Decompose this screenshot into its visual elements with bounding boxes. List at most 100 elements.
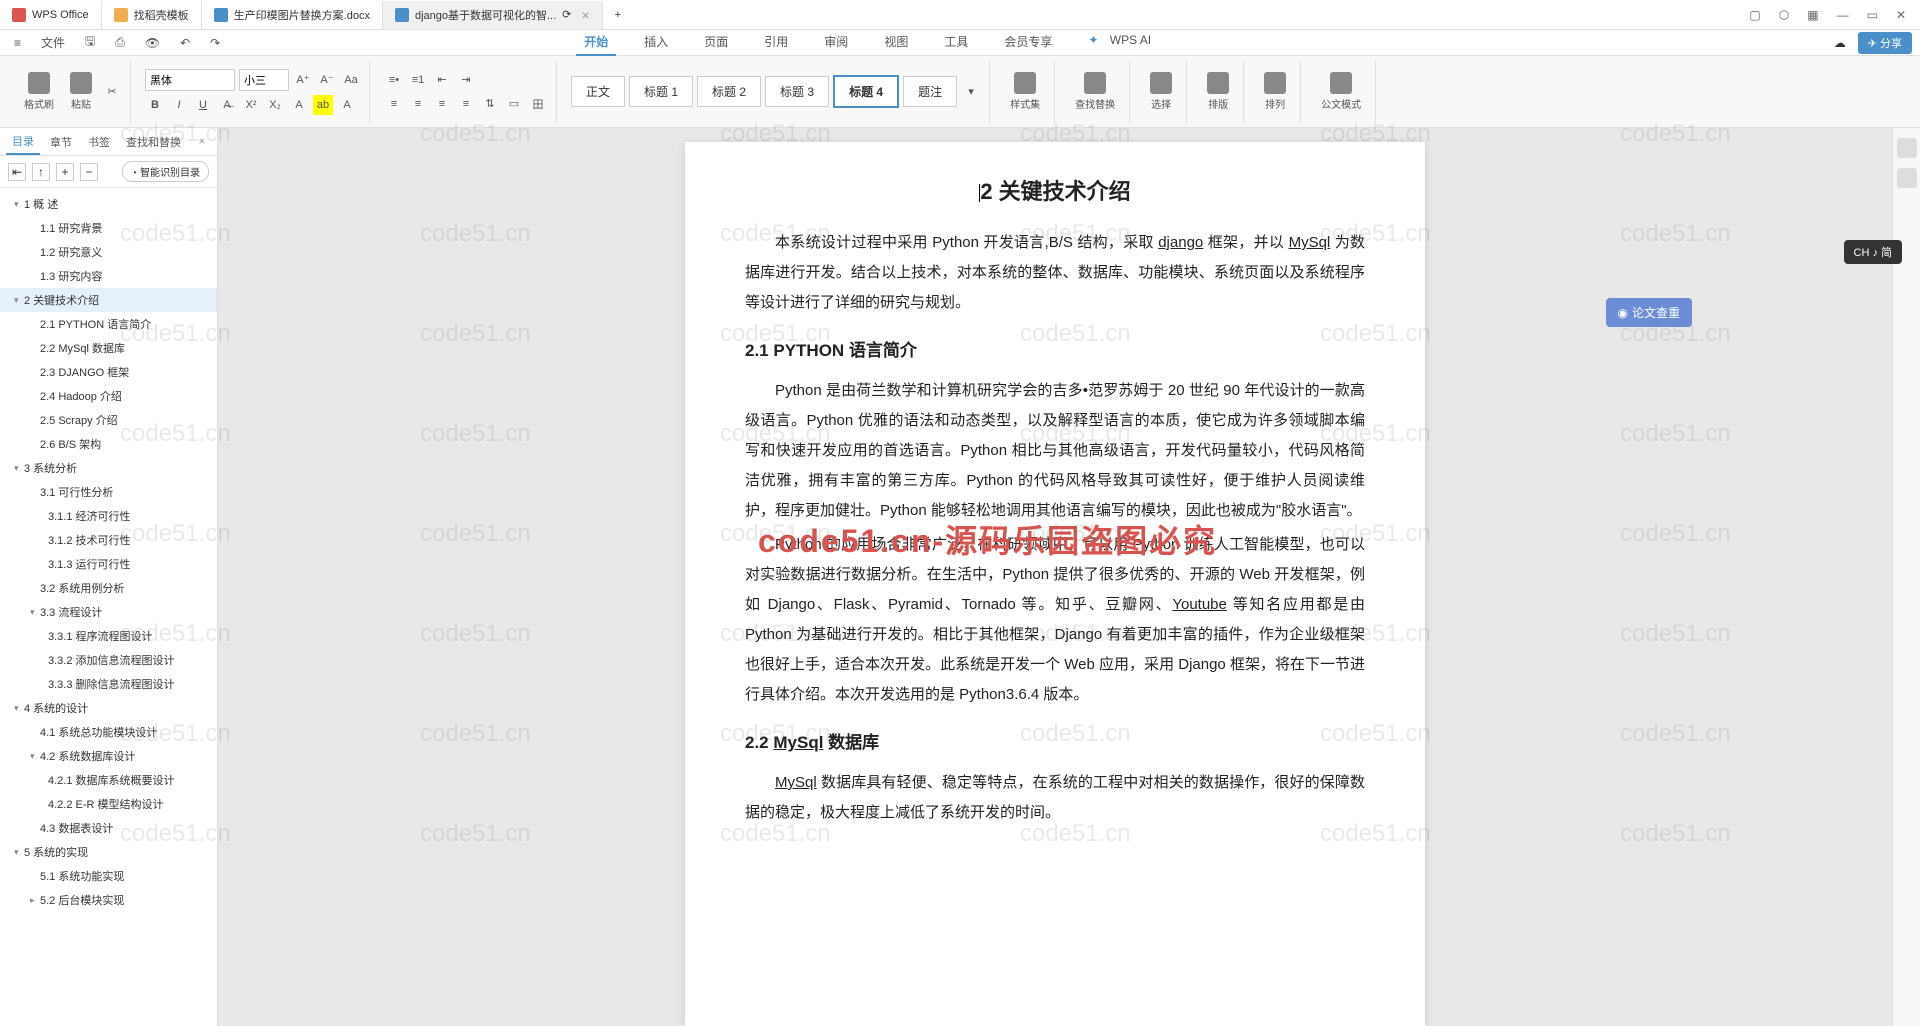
arrange-button[interactable]: 排列 xyxy=(1258,70,1292,113)
increase-font-icon[interactable]: A⁺ xyxy=(293,70,313,90)
toc-item[interactable]: 4.2.1 数据库系统概要设计 xyxy=(0,768,217,792)
toc-item[interactable]: 2.5 Scrapy 介绍 xyxy=(0,408,217,432)
highlight-icon[interactable]: ab xyxy=(313,95,333,115)
font-size-select[interactable] xyxy=(239,69,289,91)
collapse-icon[interactable]: ⇤ xyxy=(8,163,26,181)
toc-item[interactable]: 2.3 DJANGO 框架 xyxy=(0,360,217,384)
line-spacing-icon[interactable]: ⇅ xyxy=(480,94,500,114)
redo-icon[interactable]: ↷ xyxy=(204,33,226,53)
toc-item[interactable]: 2.4 Hadoop 介绍 xyxy=(0,384,217,408)
toc-item[interactable]: 4.1 系统总功能模块设计 xyxy=(0,720,217,744)
superscript-icon[interactable]: X² xyxy=(241,95,261,115)
italic-icon[interactable]: I xyxy=(169,95,189,115)
remove-icon[interactable]: − xyxy=(80,163,98,181)
up-icon[interactable]: ↑ xyxy=(32,163,50,181)
style-h3[interactable]: 标题 3 xyxy=(765,76,829,107)
toc-item[interactable]: 4.2.2 E-R 模型结构设计 xyxy=(0,792,217,816)
toc-item[interactable]: ▾2 关键技术介绍 xyxy=(0,288,217,312)
style-more-icon[interactable]: ▾ xyxy=(961,82,981,102)
side-tool-1[interactable] xyxy=(1897,138,1917,158)
cut-icon[interactable]: ✂ xyxy=(102,82,122,102)
close-icon[interactable]: × xyxy=(581,7,589,23)
toc-item[interactable]: ▾5 系统的实现 xyxy=(0,840,217,864)
paste-button[interactable]: 粘贴 xyxy=(64,70,98,113)
side-tool-2[interactable] xyxy=(1897,168,1917,188)
toc-item[interactable]: ▾3 系统分析 xyxy=(0,456,217,480)
font-name-select[interactable] xyxy=(145,69,235,91)
toc-item[interactable]: 5.1 系统功能实现 xyxy=(0,864,217,888)
toc-item[interactable]: 2.6 B/S 架构 xyxy=(0,432,217,456)
tab-doc2[interactable]: django基于数据可视化的智...⟳× xyxy=(383,1,603,29)
select-button[interactable]: 选择 xyxy=(1144,70,1178,113)
undo-icon[interactable]: ↶ xyxy=(174,33,196,53)
nav-tab-toc[interactable]: 目录 xyxy=(6,129,40,155)
toc-item[interactable]: ▾1 概 述 xyxy=(0,192,217,216)
toc-item[interactable]: ▾4.2 系统数据库设计 xyxy=(0,744,217,768)
style-caption[interactable]: 题注 xyxy=(903,76,957,107)
cube-icon[interactable]: ⬡ xyxy=(1779,8,1789,22)
close-button[interactable]: ✕ xyxy=(1896,8,1906,22)
align-right-icon[interactable]: ≡ xyxy=(432,94,452,114)
toc-item[interactable]: 3.3.2 添加信息流程图设计 xyxy=(0,648,217,672)
style-set-button[interactable]: 样式集 xyxy=(1004,70,1046,113)
add-icon[interactable]: + xyxy=(56,163,74,181)
style-h1[interactable]: 标题 1 xyxy=(629,76,693,107)
toc-item[interactable]: 1.3 研究内容 xyxy=(0,264,217,288)
maximize-button[interactable]: ▭ xyxy=(1867,8,1878,22)
align-center-icon[interactable]: ≡ xyxy=(408,94,428,114)
hamburger-icon[interactable]: ≡ xyxy=(8,33,27,53)
wps-ai-button[interactable]: ✦ WPS AI xyxy=(1080,29,1167,56)
doc-mode-button[interactable]: 公文模式 xyxy=(1315,70,1367,113)
share-button[interactable]: ✈ 分享 xyxy=(1858,32,1912,54)
tab-review[interactable]: 审阅 xyxy=(816,29,856,56)
new-tab-button[interactable]: + xyxy=(603,1,633,29)
grid-icon[interactable]: ▦ xyxy=(1807,8,1818,22)
document-area[interactable]: 2 关键技术介绍 本系统设计过程中采用 Python 开发语言,B/S 结构，采… xyxy=(218,128,1892,1026)
font-color-icon[interactable]: A xyxy=(289,95,309,115)
tab-tools[interactable]: 工具 xyxy=(936,29,976,56)
toc-item[interactable]: 3.2 系统用例分析 xyxy=(0,576,217,600)
smart-toc-button[interactable]: ◔ 智能识别目录 xyxy=(122,161,209,182)
toc-item[interactable]: ▾3.3 流程设计 xyxy=(0,600,217,624)
shading-icon[interactable]: ▭ xyxy=(504,94,524,114)
print-icon[interactable]: ⎙ xyxy=(109,32,131,53)
cloud-icon[interactable]: ☁ xyxy=(1834,36,1846,50)
toc-item[interactable]: 4.3 数据表设计 xyxy=(0,816,217,840)
preview-icon[interactable]: 👁 xyxy=(139,33,166,53)
toc-item[interactable]: 3.1 可行性分析 xyxy=(0,480,217,504)
toc-item[interactable]: 1.1 研究背景 xyxy=(0,216,217,240)
decrease-indent-icon[interactable]: ⇤ xyxy=(432,70,452,90)
tab-view[interactable]: 视图 xyxy=(876,29,916,56)
box-icon[interactable]: ▢ xyxy=(1749,8,1760,22)
style-h4[interactable]: 标题 4 xyxy=(833,75,899,108)
file-menu[interactable]: 文件 xyxy=(35,31,71,54)
toc-item[interactable]: 3.3.1 程序流程图设计 xyxy=(0,624,217,648)
style-body[interactable]: 正文 xyxy=(571,76,625,107)
tab-insert[interactable]: 插入 xyxy=(636,29,676,56)
decrease-font-icon[interactable]: A⁻ xyxy=(317,70,337,90)
toc-item[interactable]: 1.2 研究意义 xyxy=(0,240,217,264)
layout-button[interactable]: 排版 xyxy=(1201,70,1235,113)
tab-wps[interactable]: WPS Office xyxy=(0,1,102,29)
tab-reference[interactable]: 引用 xyxy=(756,29,796,56)
find-replace-button[interactable]: 查找替换 xyxy=(1069,70,1121,113)
toc-item[interactable]: ▸5.2 后台模块实现 xyxy=(0,888,217,912)
number-list-icon[interactable]: ≡1 xyxy=(408,70,428,90)
nav-tab-chapter[interactable]: 章节 xyxy=(44,130,78,154)
save-icon[interactable]: 🖫 xyxy=(79,29,101,56)
close-icon[interactable]: × xyxy=(193,132,211,152)
toc-item[interactable]: ▾4 系统的设计 xyxy=(0,696,217,720)
toc-item[interactable]: 3.1.2 技术可行性 xyxy=(0,528,217,552)
underline-icon[interactable]: U xyxy=(193,95,213,115)
tab-templates[interactable]: 找稻壳模板 xyxy=(102,1,202,29)
strike-icon[interactable]: A̶ xyxy=(217,95,237,115)
tab-page[interactable]: 页面 xyxy=(696,29,736,56)
toc-item[interactable]: 3.1.3 运行可行性 xyxy=(0,552,217,576)
paper-check-button[interactable]: ◉ 论文查重 xyxy=(1606,298,1693,327)
change-case-icon[interactable]: Aa xyxy=(341,70,361,90)
border-icon[interactable]: 田 xyxy=(528,94,548,114)
format-painter-button[interactable]: 格式刷 xyxy=(18,70,60,113)
subscript-icon[interactable]: X₂ xyxy=(265,95,285,115)
toc-item[interactable]: 3.1.1 经济可行性 xyxy=(0,504,217,528)
minimize-button[interactable]: — xyxy=(1837,8,1849,22)
